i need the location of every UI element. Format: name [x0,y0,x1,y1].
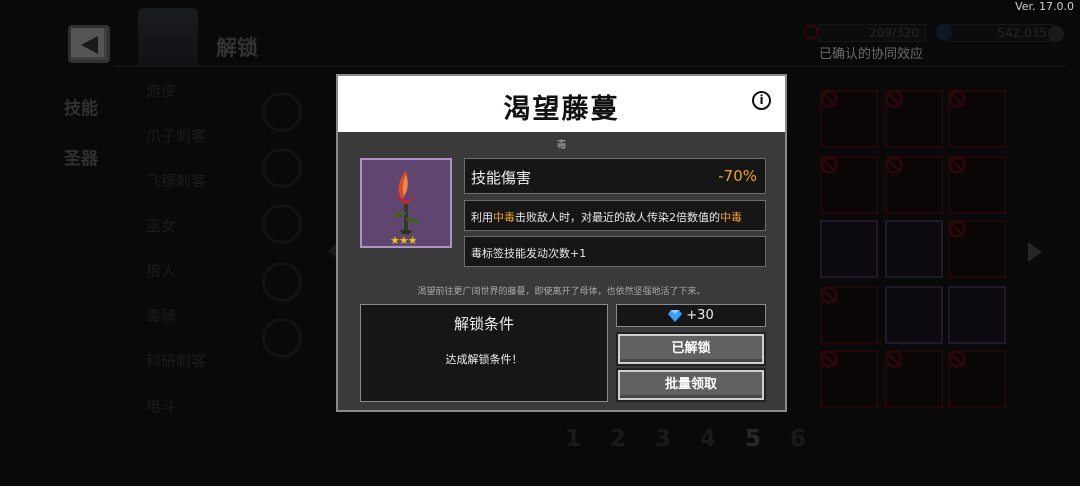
relic-slot[interactable] [948,286,1006,344]
relic-tag: 毒 [556,140,567,151]
gem-counter: 542,035 [946,24,1054,42]
reward-box: +30 [616,304,766,327]
skill-icon[interactable] [262,92,302,132]
effect-text: 击败敌人时，对最近的敌人传染2倍数值的 [515,211,720,224]
relic-slot[interactable] [820,156,878,214]
resource-counter: 209/320 [818,24,926,42]
relic-slot[interactable] [885,156,943,214]
relic-slot[interactable] [885,286,943,344]
ban-icon [948,90,966,108]
ban-icon [820,90,838,108]
relic-image-frame: ★★★ [360,158,452,248]
effect-text: 利用 [471,211,493,224]
character-item[interactable]: 科研刺客 [146,350,266,371]
ban-icon [948,350,966,368]
character-item[interactable]: 巫女 [146,215,266,236]
rarity-stars: ★★★ [390,234,418,247]
back-arrow-icon [81,36,98,54]
modal-title: 渴望藤蔓 [503,94,620,125]
ban-icon [948,156,966,174]
skill-icon[interactable] [262,148,302,188]
page-number[interactable]: 3 [655,426,671,452]
relic-slot[interactable] [885,350,943,408]
character-item[interactable]: 游侠 [146,80,266,101]
ban-icon [820,156,838,174]
character-item[interactable]: 狼人 [146,260,266,281]
ban-icon [885,90,903,108]
modal-header: 渴望藤蔓 i [338,76,785,132]
keyword-poison: 中毒 [720,211,742,224]
ban-icon [948,220,966,238]
tab-skills[interactable]: 技能 [64,94,98,119]
page-number[interactable]: 4 [700,426,716,452]
relic-slot[interactable] [948,350,1006,408]
gem-icon [936,24,952,40]
unlock-condition-text: 达成解锁条件！ [445,353,523,366]
resource-counter-value: 209/320 [869,26,919,40]
info-icon[interactable]: i [752,91,771,110]
reward-amount: +30 [686,308,714,323]
back-button[interactable] [68,25,110,63]
ban-icon [885,350,903,368]
character-item[interactable]: 毒骑 [146,305,266,326]
title-divider [115,65,1065,67]
ban-icon [885,156,903,174]
page-number[interactable]: 2 [610,426,626,452]
next-page-arrow-icon[interactable] [1026,240,1044,264]
version-label: Ver. 17.0.0 [1015,0,1074,13]
unlocked-button[interactable]: 已解锁 [618,334,764,364]
keyword-poison: 中毒 [493,211,515,224]
character-item[interactable]: 飞镖刺客 [146,170,266,191]
relic-slot[interactable] [820,220,878,278]
page-number[interactable]: 1 [565,426,581,452]
skill-icon[interactable] [262,318,302,358]
synergy-label[interactable]: 已确认的协同效应 [819,43,923,62]
character-item[interactable]: 电斗 [146,395,266,416]
unlock-condition-box: 解锁条件 达成解锁条件！ [360,304,608,402]
tab-relics[interactable]: 圣器 [64,144,98,169]
auto-icon[interactable] [262,262,302,302]
diamond-icon [668,309,683,322]
relic-slot[interactable] [820,350,878,408]
batch-claim-button[interactable]: 批量领取 [618,370,764,400]
skill-icon[interactable] [262,204,302,244]
unlock-condition-title: 解锁条件 [453,315,514,333]
character-item[interactable]: 爪子刺客 [146,125,266,146]
effect-text: 毒标签技能发动次数+1 [471,247,587,260]
relic-slot[interactable] [948,220,1006,278]
relic-slot[interactable] [885,90,943,148]
page-number[interactable]: 6 [790,426,806,452]
relic-slot[interactable] [948,90,1006,148]
ban-icon [803,24,819,40]
relic-slot[interactable] [885,220,943,278]
effect-description: 毒标签技能发动次数+1 [464,236,766,267]
ban-icon [820,350,838,368]
effect-description: 利用中毒击败敌人时，对最近的敌人传染2倍数值的中毒 [464,200,766,231]
relic-slot[interactable] [820,286,878,344]
stat-row: 技能傷害 -70% [464,158,766,194]
character-portrait [138,8,198,66]
relic-slot[interactable] [948,156,1006,214]
ban-icon [820,286,838,304]
flavor-text: 渴望前往更广阔世界的藤蔓，即使离开了母体，也依然坚强地活了下来。 [417,287,706,297]
page-title: 解锁 [216,36,258,60]
relic-slot[interactable] [820,90,878,148]
gem-counter-value: 542,035 [997,26,1047,40]
add-gem-icon[interactable] [1048,26,1064,42]
page-number-active[interactable]: 5 [745,426,761,452]
stat-name: 技能傷害 [471,169,532,187]
relic-detail-modal: 渴望藤蔓 i 毒 ★★★ 技能傷害 -70% 利用中毒击败敌人时，对最近的敌人传… [336,74,787,412]
stat-value: -70% [718,167,757,185]
